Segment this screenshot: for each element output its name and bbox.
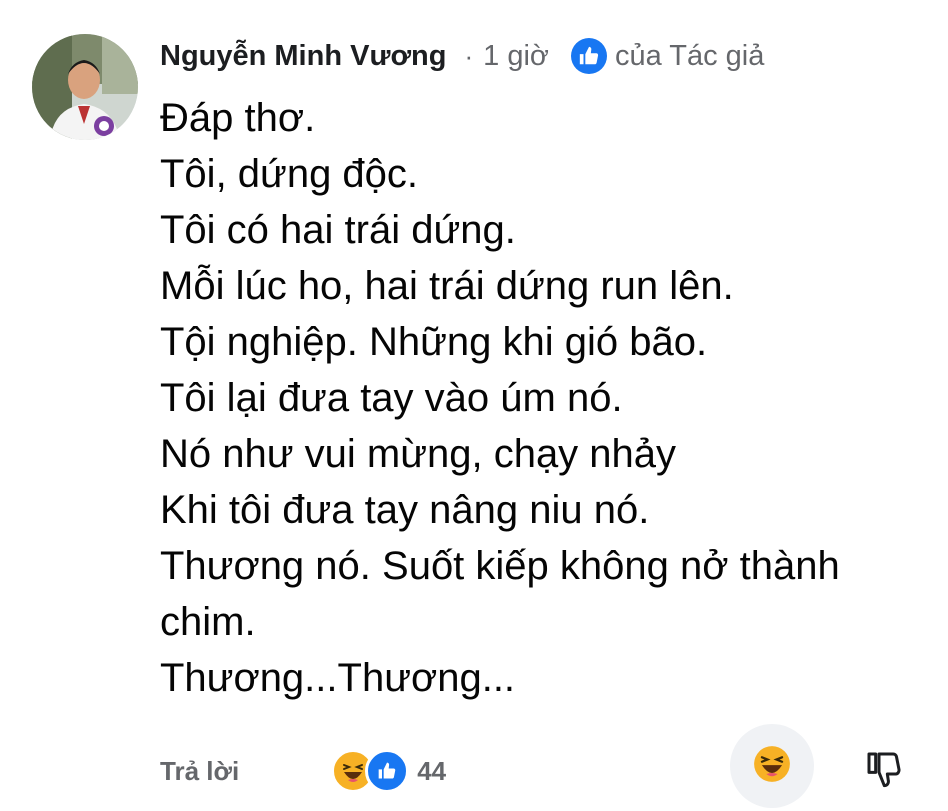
like-icon (570, 38, 607, 74)
dislike-button[interactable] (860, 748, 908, 794)
comment-line: Tôi, dứng độc. (160, 152, 419, 196)
comment-header: Nguyễn Minh Vương · 1 giờ của Tác giả (160, 34, 764, 78)
comment-line: Khi tôi đưa tay nâng niu nó. (160, 488, 650, 532)
comment-line: Tôi có hai trái dứng. (160, 208, 516, 252)
comment-line: Đáp thơ. (160, 96, 316, 140)
comment-line: Thương...Thương... (160, 656, 516, 700)
author-liked-label: của Tác giả (614, 39, 765, 72)
comment-line: chim. (160, 600, 256, 644)
comment-line: Tội nghiệp. Những khi gió bão. (160, 320, 708, 364)
react-button[interactable] (730, 724, 814, 808)
reply-button[interactable]: Trả lời (160, 756, 239, 787)
haha-icon (753, 745, 791, 788)
reaction-summary[interactable]: 44 (331, 749, 446, 793)
comment-body: Đáp thơ. Tôi, dứng độc. Tôi có hai trái … (160, 90, 920, 706)
author-liked-badge: của Tác giả (570, 38, 765, 74)
author-name[interactable]: Nguyễn Minh Vương (160, 40, 447, 73)
avatar[interactable] (32, 34, 138, 140)
timestamp[interactable]: 1 giờ (483, 40, 549, 73)
comment-line: Tôi lại đưa tay vào úm nó. (160, 376, 623, 420)
comment-line: Mỗi lúc ho, hai trái dứng run lên. (160, 264, 734, 308)
comment-footer: Trả lời 44 (160, 724, 920, 808)
avatar-photo (32, 34, 138, 140)
comment: Nguyễn Minh Vương · 1 giờ của Tác giả Đá… (0, 0, 948, 811)
separator-dot: · (464, 40, 474, 71)
comment-line: Thương nó. Suốt kiếp không nở thành (160, 544, 840, 588)
reaction-count: 44 (417, 755, 447, 786)
like-icon (365, 749, 410, 793)
thumbs-down-icon (864, 749, 904, 794)
comment-line: Nó như vui mừng, chạy nhảy (160, 432, 677, 476)
